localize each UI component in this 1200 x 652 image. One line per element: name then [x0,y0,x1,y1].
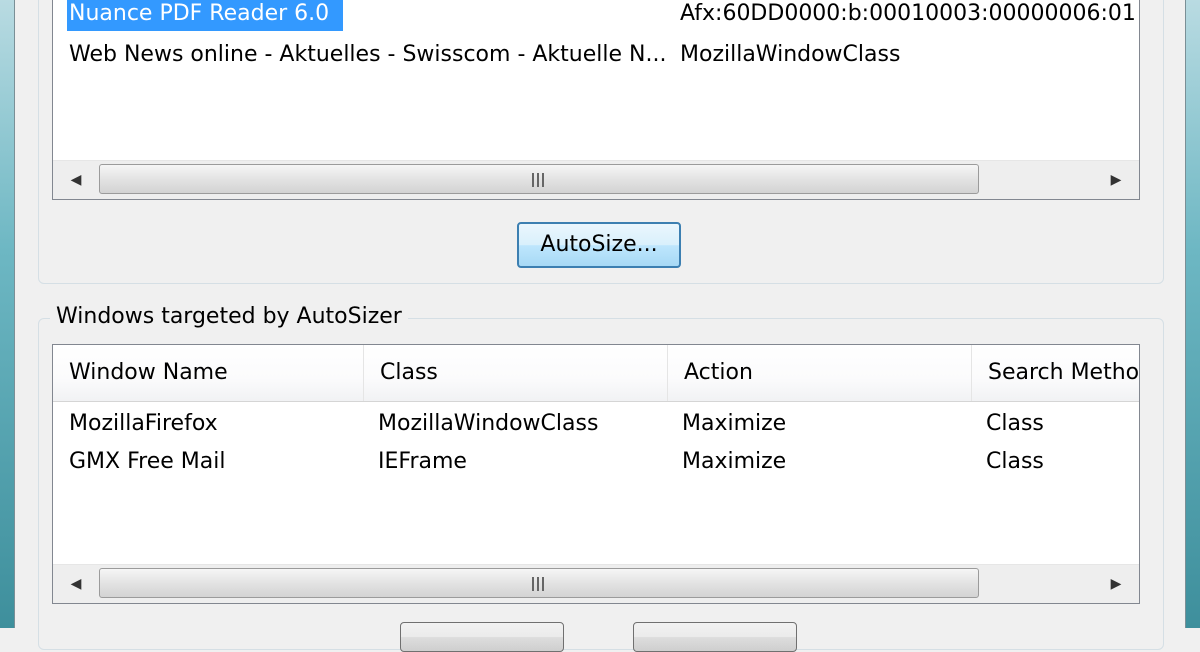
list-header: Window Name Class Action Search Metho [53,345,1139,402]
scroll-right-icon[interactable]: ▶ [1097,161,1135,199]
window-frame-left [0,0,15,628]
scrollbar-thumb[interactable] [99,568,979,598]
window-name-cell: MozillaFirefox [69,411,218,436]
window-name-cell: Nuance PDF Reader 6.0 [67,0,344,31]
bottom-button-2[interactable] [633,622,797,652]
scroll-left-icon[interactable]: ◀ [57,161,95,199]
search-method-cell: Class [986,411,1044,436]
class-cell: MozillaWindowClass [680,42,901,67]
window-name-cell: Web News online - Aktuelles - Swisscom -… [69,42,667,67]
column-header-search-method[interactable]: Search Metho [972,345,1139,401]
class-cell: IEFrame [378,449,467,474]
action-cell: Maximize [682,449,787,474]
column-header-window-name[interactable]: Window Name [53,345,364,401]
table-row[interactable]: MozillaFirefox MozillaWindowClass Maximi… [53,405,1139,443]
targeted-windows-list[interactable]: Window Name Class Action Search Metho Mo… [52,344,1140,604]
column-header-action[interactable]: Action [668,345,972,401]
grip-icon [532,577,546,591]
horizontal-scrollbar[interactable]: ◀ ▶ [53,564,1139,603]
horizontal-scrollbar[interactable]: ◀ ▶ [53,160,1139,199]
window-name-cell: GMX Free Mail [69,449,226,474]
grip-icon [532,173,546,187]
search-method-cell: Class [986,449,1044,474]
autosize-button[interactable]: AutoSize... [517,222,681,268]
group-legend: Windows targeted by AutoSizer [50,304,408,329]
table-row[interactable]: GMX Free Mail IEFrame Maximize Class [53,443,1139,481]
open-windows-list[interactable]: Nuance PDF Reader 6.0 Afx:60DD0000:b:000… [52,0,1140,200]
class-cell: MozillaWindowClass [378,411,599,436]
action-cell: Maximize [682,411,787,436]
class-cell: Afx:60DD0000:b:00010003:00000006:01 [680,1,1136,26]
bottom-button-1[interactable] [400,622,564,652]
list-item[interactable]: Web News online - Aktuelles - Swisscom -… [53,36,1139,74]
window-frame-right [1185,0,1200,628]
scroll-left-icon[interactable]: ◀ [57,565,95,603]
list-item[interactable]: Nuance PDF Reader 6.0 Afx:60DD0000:b:000… [53,0,1139,33]
scroll-right-icon[interactable]: ▶ [1097,565,1135,603]
column-header-class[interactable]: Class [364,345,668,401]
scrollbar-thumb[interactable] [99,164,979,194]
